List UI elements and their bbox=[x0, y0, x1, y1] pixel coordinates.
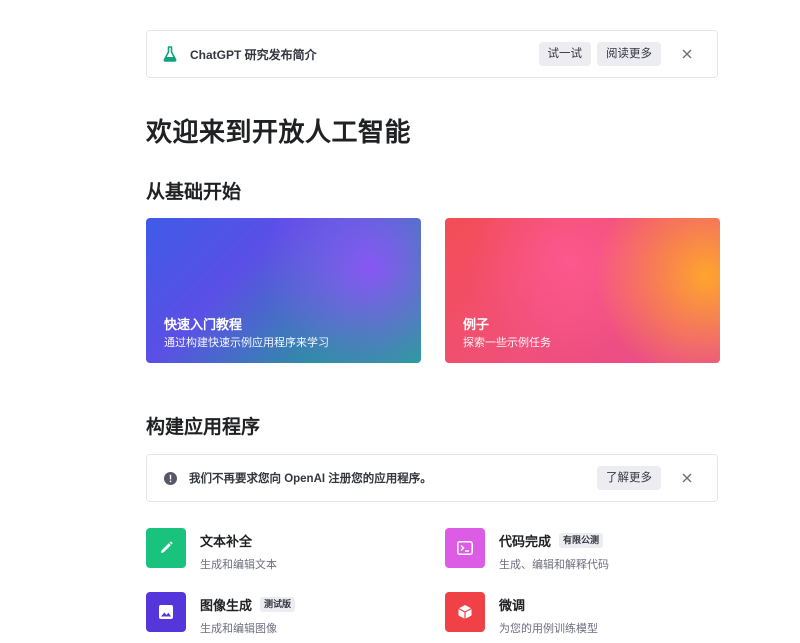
notice-text: 我们不再要求您向 OpenAI 注册您的应用程序。 bbox=[189, 473, 432, 485]
pencil-icon bbox=[146, 528, 186, 568]
app-code-completion[interactable]: 代码完成 有限公测 生成、编辑和解释代码 bbox=[445, 528, 609, 572]
app-fine-tuning[interactable]: 微调 为您的用例训练模型 bbox=[445, 592, 598, 636]
section-title-build-apps: 构建应用程序 bbox=[146, 417, 261, 438]
app-title: 图像生成 bbox=[200, 598, 253, 613]
app-title: 代码完成 bbox=[499, 534, 552, 549]
card-title: 快速入门教程 bbox=[164, 317, 243, 332]
banner-text: ChatGPT 研究发布简介 bbox=[190, 47, 317, 62]
app-text-completion[interactable]: 文本补全 生成和编辑文本 bbox=[146, 528, 277, 572]
app-title: 微调 bbox=[499, 598, 526, 613]
app-title: 文本补全 bbox=[200, 534, 253, 549]
beta-badge: 测试版 bbox=[260, 597, 296, 612]
examples-card[interactable]: 例子 探索一些示例任务 bbox=[445, 218, 720, 363]
close-icon[interactable] bbox=[673, 40, 701, 68]
app-description: 生成和编辑图像 bbox=[200, 623, 277, 635]
app-description: 为您的用例训练模型 bbox=[499, 623, 598, 635]
read-more-button[interactable]: 阅读更多 bbox=[597, 42, 661, 66]
image-icon bbox=[146, 592, 186, 632]
info-icon bbox=[163, 471, 177, 485]
card-subtitle: 通过构建快速示例应用程序来学习 bbox=[164, 337, 329, 349]
card-title: 例子 bbox=[463, 317, 490, 332]
page-title: 欢迎来到开放人工智能 bbox=[146, 117, 412, 147]
cube-icon bbox=[445, 592, 485, 632]
terminal-icon bbox=[445, 528, 485, 568]
limited-beta-badge: 有限公测 bbox=[559, 533, 604, 548]
close-icon[interactable] bbox=[673, 464, 701, 492]
section-title-basics: 从基础开始 bbox=[146, 182, 242, 203]
announcement-banner: ChatGPT 研究发布简介 试一试 阅读更多 bbox=[146, 30, 718, 78]
learn-more-button[interactable]: 了解更多 bbox=[597, 466, 661, 490]
quickstart-card[interactable]: 快速入门教程 通过构建快速示例应用程序来学习 bbox=[146, 218, 421, 363]
app-description: 生成、编辑和解释代码 bbox=[499, 559, 609, 571]
registration-notice: 我们不再要求您向 OpenAI 注册您的应用程序。 了解更多 bbox=[146, 454, 718, 502]
try-button[interactable]: 试一试 bbox=[538, 42, 591, 66]
app-image-generation[interactable]: 图像生成 测试版 生成和编辑图像 bbox=[146, 592, 296, 636]
app-description: 生成和编辑文本 bbox=[200, 559, 277, 571]
flask-icon bbox=[162, 46, 178, 62]
card-subtitle: 探索一些示例任务 bbox=[463, 337, 551, 349]
